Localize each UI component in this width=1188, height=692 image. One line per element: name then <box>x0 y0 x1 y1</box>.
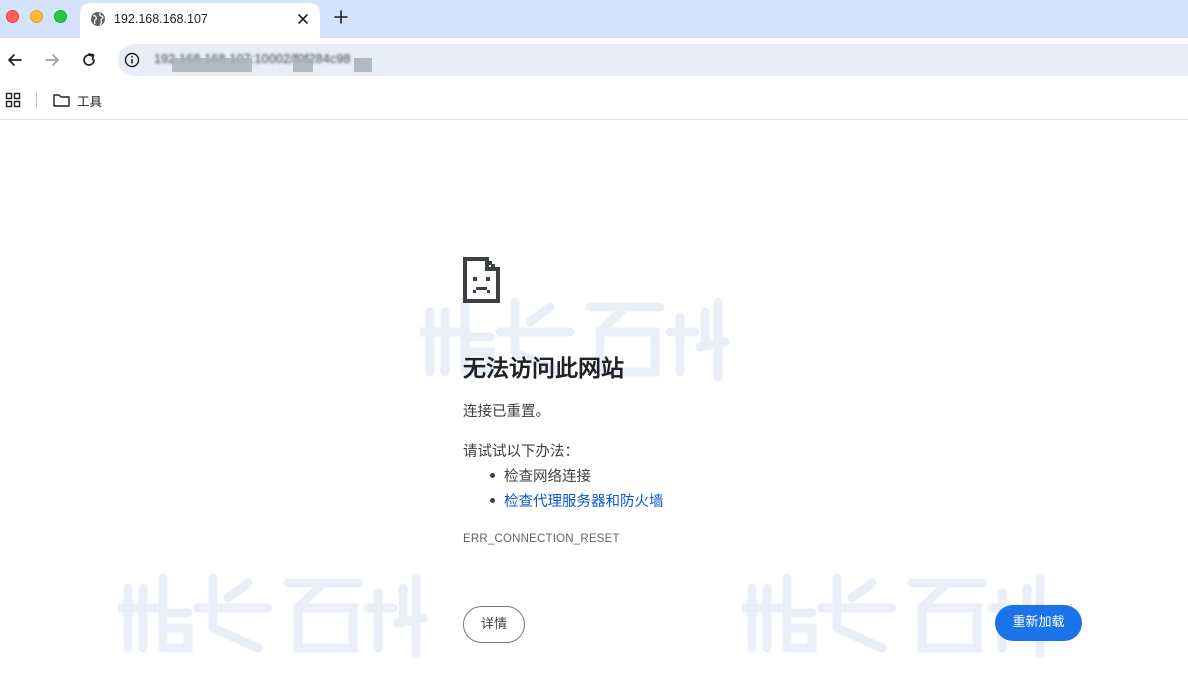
redaction-block <box>293 58 313 72</box>
try-suggestions-label: 请试试以下办法： <box>463 444 579 460</box>
suggestion-item: 检查网络连接 <box>490 465 591 486</box>
globe-icon <box>91 12 105 26</box>
browser-tab[interactable]: 192.168.168.107 <box>80 3 320 38</box>
error-subtitle: 连接已重置。 <box>463 404 550 420</box>
error-page: 无法访问此网站 连接已重置。 请试试以下办法： 检查网络连接 检查代理服务器和防… <box>0 121 1188 692</box>
suggestion-link[interactable]: 检查代理服务器和防火墙 <box>504 494 664 510</box>
window-close-button[interactable] <box>6 10 19 23</box>
bookmarks-bar: 工具 <box>0 82 1188 120</box>
apps-icon[interactable] <box>5 92 21 108</box>
error-code: ERR_CONNECTION_RESET <box>463 533 620 545</box>
address-bar[interactable]: 192.168.168.107:10002/f0f284c98 <box>118 44 1188 76</box>
info-icon[interactable] <box>124 52 140 68</box>
browser-toolbar: 192.168.168.107:10002/f0f284c98 <box>0 38 1188 82</box>
forward-icon[interactable] <box>42 50 62 70</box>
tab-title: 192.168.168.107 <box>114 12 208 26</box>
bullet-icon <box>490 472 495 478</box>
redaction-block <box>172 58 252 72</box>
close-icon[interactable] <box>294 10 312 28</box>
tab-strip: 192.168.168.107 <box>0 0 1188 38</box>
details-button[interactable]: 详情 <box>463 606 525 643</box>
sad-document-icon <box>463 257 500 303</box>
window-minimize-button[interactable] <box>30 10 43 23</box>
reload-icon[interactable] <box>79 50 99 70</box>
bookmark-folder[interactable]: 工具 <box>53 90 102 110</box>
redaction-block <box>354 58 372 72</box>
reload-button[interactable]: 重新加载 <box>995 605 1082 641</box>
suggestion-item[interactable]: 检查代理服务器和防火墙 <box>490 490 664 511</box>
back-icon[interactable] <box>5 50 25 70</box>
bookmarks-divider <box>36 91 37 109</box>
suggestion-text: 检查网络连接 <box>504 469 591 485</box>
window-zoom-button[interactable] <box>54 10 67 23</box>
bookmark-folder-label: 工具 <box>77 93 103 109</box>
bullet-icon <box>490 497 495 503</box>
error-heading: 无法访问此网站 <box>463 356 624 382</box>
plus-icon[interactable] <box>331 7 351 27</box>
folder-icon <box>53 94 70 107</box>
